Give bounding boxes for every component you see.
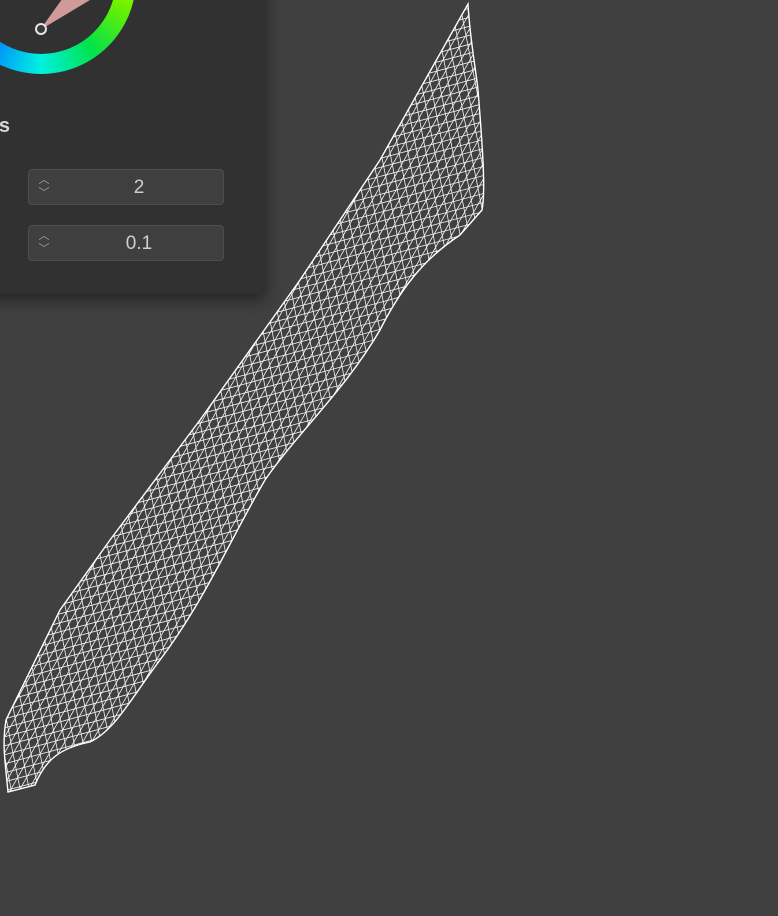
color-wheel[interactable] — [0, 0, 136, 74]
section-title: rs — [0, 115, 10, 137]
color-picker-handle-icon[interactable] — [35, 23, 47, 35]
up-down-arrows-icon[interactable]: ︿ ﹀ — [37, 230, 51, 256]
up-down-arrows-icon[interactable]: ︿ ﹀ — [37, 174, 51, 200]
number-field-2[interactable]: ︿ ﹀ 0.1 — [28, 225, 224, 261]
number-field-1-value[interactable]: 2 — [59, 170, 219, 204]
number-field-2-value[interactable]: 0.1 — [59, 226, 219, 260]
properties-panel: rs : ︿﹀ 2 : ︿﹀ 0.1 — [0, 0, 266, 294]
number-field-1[interactable]: ︿ ﹀ 2 — [28, 169, 224, 205]
